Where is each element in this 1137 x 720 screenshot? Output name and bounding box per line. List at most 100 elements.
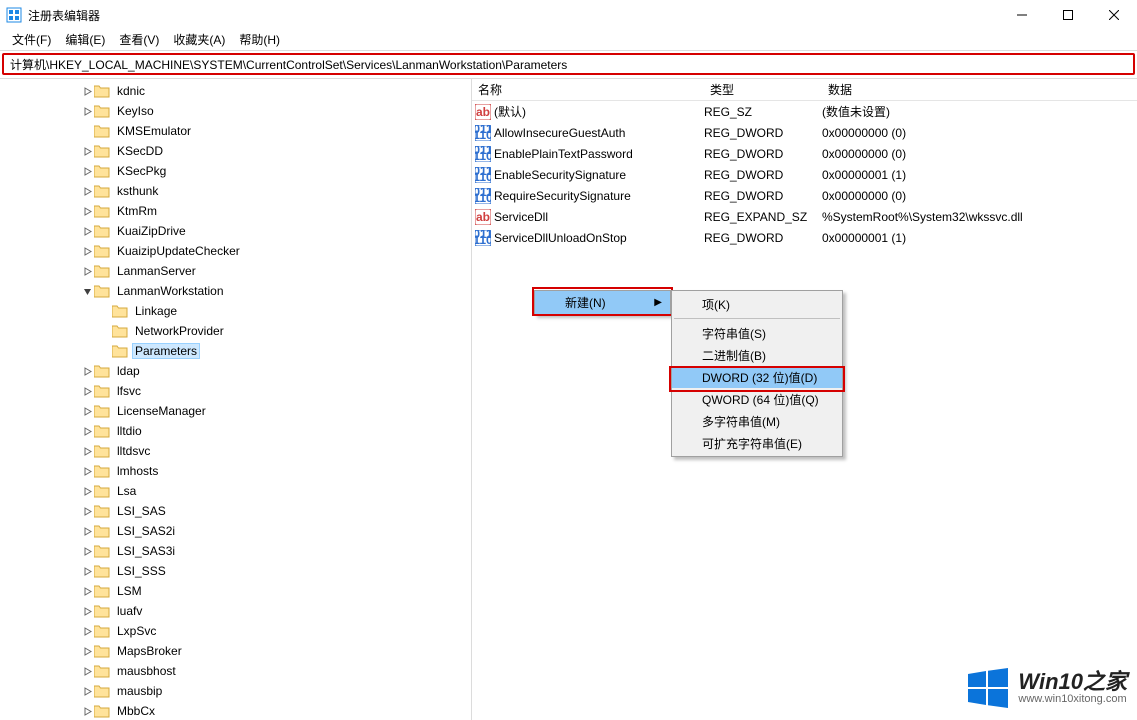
chevron-right-icon[interactable] <box>80 187 94 196</box>
tree-item-label: LSI_SAS <box>114 503 169 519</box>
tree-item[interactable]: LSI_SSS <box>0 561 471 581</box>
chevron-right-icon[interactable] <box>80 607 94 616</box>
chevron-right-icon[interactable] <box>80 207 94 216</box>
chevron-right-icon[interactable] <box>80 227 94 236</box>
chevron-right-icon[interactable] <box>80 367 94 376</box>
chevron-right-icon[interactable] <box>80 527 94 536</box>
menu-help[interactable]: 帮助(H) <box>239 31 280 48</box>
tree-item[interactable]: Parameters <box>0 341 471 361</box>
col-type[interactable]: 类型 <box>704 81 822 98</box>
minimize-button[interactable] <box>999 0 1045 30</box>
chevron-right-icon[interactable] <box>80 667 94 676</box>
menu-file[interactable]: 文件(F) <box>12 31 51 48</box>
tree-item-label: LxpSvc <box>114 623 159 639</box>
tree-item[interactable]: ldap <box>0 361 471 381</box>
tree-item[interactable]: LSI_SAS3i <box>0 541 471 561</box>
folder-icon <box>94 204 110 218</box>
list-pane[interactable]: 名称 类型 数据 (默认)REG_SZ(数值未设置)AllowInsecureG… <box>472 79 1137 720</box>
col-data[interactable]: 数据 <box>822 81 1137 98</box>
menu-item[interactable]: 可扩充字符串值(E) <box>672 432 842 454</box>
menu-item[interactable]: QWORD (64 位)值(Q) <box>672 388 842 410</box>
menu-item[interactable]: 字符串值(S) <box>672 322 842 344</box>
menu-view[interactable]: 查看(V) <box>119 31 159 48</box>
chevron-right-icon[interactable] <box>80 427 94 436</box>
menu-item[interactable]: 二进制值(B) <box>672 344 842 366</box>
chevron-right-icon[interactable] <box>80 627 94 636</box>
tree-item[interactable]: KSecPkg <box>0 161 471 181</box>
menu-item[interactable]: 多字符串值(M) <box>672 410 842 432</box>
list-row[interactable]: EnableSecuritySignatureREG_DWORD0x000000… <box>472 164 1137 185</box>
menu-item-new[interactable]: 新建(N) ▶ <box>535 291 670 314</box>
list-row[interactable]: (默认)REG_SZ(数值未设置) <box>472 101 1137 122</box>
tree-item[interactable]: LanmanServer <box>0 261 471 281</box>
list-row[interactable]: AllowInsecureGuestAuthREG_DWORD0x0000000… <box>472 122 1137 143</box>
chevron-right-icon[interactable] <box>80 467 94 476</box>
tree-item[interactable]: LSI_SAS <box>0 501 471 521</box>
col-name[interactable]: 名称 <box>472 81 704 98</box>
folder-icon <box>94 424 110 438</box>
tree-item[interactable]: KuaizipUpdateChecker <box>0 241 471 261</box>
folder-icon <box>94 384 110 398</box>
address-bar[interactable]: 计算机\HKEY_LOCAL_MACHINE\SYSTEM\CurrentCon… <box>2 53 1135 75</box>
chevron-right-icon[interactable] <box>80 487 94 496</box>
tree-item[interactable]: KSecDD <box>0 141 471 161</box>
list-row[interactable]: EnablePlainTextPasswordREG_DWORD0x000000… <box>472 143 1137 164</box>
menu-item[interactable]: 项(K) <box>672 293 842 315</box>
chevron-right-icon[interactable] <box>80 507 94 516</box>
value-name: AllowInsecureGuestAuth <box>492 126 704 140</box>
tree-item[interactable]: LanmanWorkstation <box>0 281 471 301</box>
list-row[interactable]: RequireSecuritySignatureREG_DWORD0x00000… <box>472 185 1137 206</box>
tree-pane[interactable]: kdnicKeyIsoKMSEmulatorKSecDDKSecPkgksthu… <box>0 79 472 720</box>
chevron-right-icon[interactable] <box>80 547 94 556</box>
chevron-right-icon[interactable] <box>80 707 94 716</box>
maximize-button[interactable] <box>1045 0 1091 30</box>
tree-item[interactable]: NetworkProvider <box>0 321 471 341</box>
menu-edit[interactable]: 编辑(E) <box>65 31 105 48</box>
tree-item[interactable]: MbbCx <box>0 701 471 720</box>
tree-item[interactable]: Linkage <box>0 301 471 321</box>
tree-item[interactable]: lfsvc <box>0 381 471 401</box>
chevron-right-icon[interactable] <box>80 267 94 276</box>
tree-item[interactable]: KtmRm <box>0 201 471 221</box>
chevron-right-icon[interactable] <box>80 447 94 456</box>
tree-item[interactable]: LSI_SAS2i <box>0 521 471 541</box>
chevron-right-icon[interactable] <box>80 107 94 116</box>
chevron-right-icon[interactable] <box>80 687 94 696</box>
tree-item-label: lltdio <box>114 423 145 439</box>
tree-item[interactable]: luafv <box>0 601 471 621</box>
menu-item[interactable]: DWORD (32 位)值(D) <box>672 366 842 388</box>
tree-item[interactable]: kdnic <box>0 81 471 101</box>
tree-item[interactable]: LicenseManager <box>0 401 471 421</box>
tree-item[interactable]: MapsBroker <box>0 641 471 661</box>
chevron-right-icon[interactable] <box>80 587 94 596</box>
tree-item[interactable]: ksthunk <box>0 181 471 201</box>
chevron-right-icon[interactable] <box>80 567 94 576</box>
chevron-right-icon[interactable] <box>80 87 94 96</box>
chevron-right-icon[interactable] <box>80 647 94 656</box>
chevron-right-icon[interactable] <box>80 247 94 256</box>
watermark-url: www.win10xitong.com <box>1018 693 1127 705</box>
tree-item[interactable]: LSM <box>0 581 471 601</box>
tree-item[interactable]: lmhosts <box>0 461 471 481</box>
tree-item[interactable]: KeyIso <box>0 101 471 121</box>
tree-item[interactable]: LxpSvc <box>0 621 471 641</box>
list-row[interactable]: ServiceDllUnloadOnStopREG_DWORD0x0000000… <box>472 227 1137 248</box>
chevron-right-icon[interactable] <box>80 167 94 176</box>
tree-item-label: MbbCx <box>114 703 158 719</box>
tree-item[interactable]: lltdsvc <box>0 441 471 461</box>
chevron-right-icon[interactable] <box>80 407 94 416</box>
close-button[interactable] <box>1091 0 1137 30</box>
list-row[interactable]: ServiceDllREG_EXPAND_SZ%SystemRoot%\Syst… <box>472 206 1137 227</box>
tree-item[interactable]: KuaiZipDrive <box>0 221 471 241</box>
tree-item[interactable]: mausbip <box>0 681 471 701</box>
chevron-right-icon[interactable] <box>80 387 94 396</box>
chevron-right-icon[interactable] <box>80 147 94 156</box>
chevron-down-icon[interactable] <box>80 287 94 296</box>
menu-fav[interactable]: 收藏夹(A) <box>173 31 225 48</box>
folder-icon <box>94 544 110 558</box>
tree-item[interactable]: mausbhost <box>0 661 471 681</box>
tree-item[interactable]: lltdio <box>0 421 471 441</box>
tree-item[interactable]: KMSEmulator <box>0 121 471 141</box>
tree-item[interactable]: Lsa <box>0 481 471 501</box>
folder-icon <box>94 704 110 718</box>
